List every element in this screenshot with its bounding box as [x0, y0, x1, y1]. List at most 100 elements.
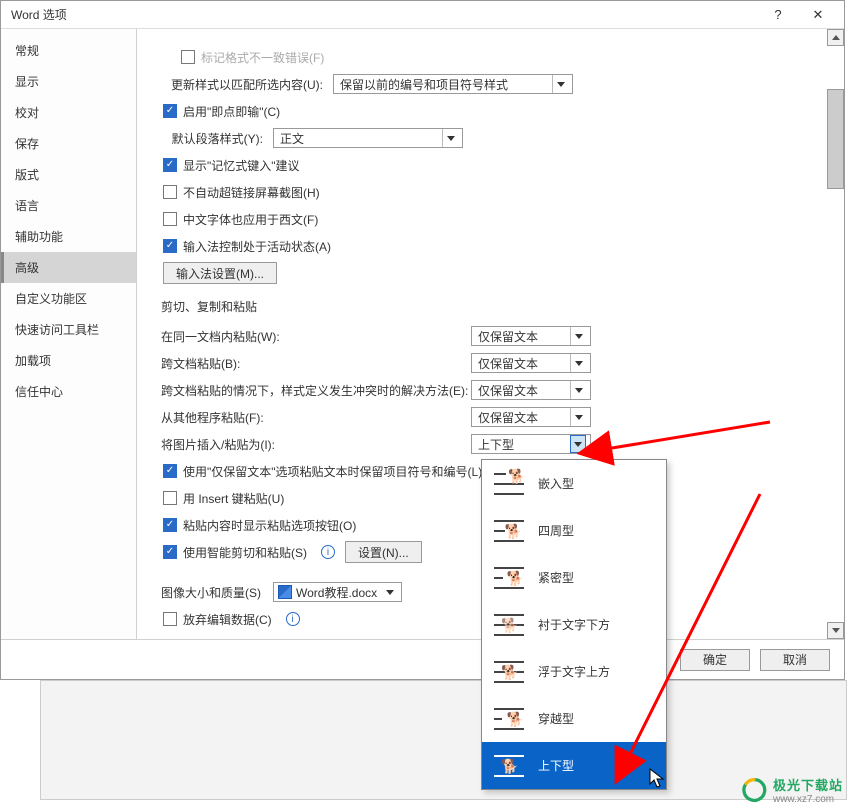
- sidebar-item-11[interactable]: 信任中心: [1, 376, 136, 407]
- sidebar-item-8[interactable]: 自定义功能区: [1, 283, 136, 314]
- ok-button[interactable]: 确定: [680, 649, 750, 671]
- image-target-doc-select[interactable]: Word教程.docx: [273, 582, 402, 602]
- ime-active-checkbox[interactable]: [163, 239, 177, 253]
- no-hyperlink-screenshot-checkbox[interactable]: [163, 185, 177, 199]
- paste-cross-doc-value: 仅保留文本: [478, 355, 538, 372]
- cjk-west-checkbox[interactable]: [163, 212, 177, 226]
- paste-other-prog-select[interactable]: 仅保留文本: [471, 407, 591, 427]
- dropdown-arrow-icon: [570, 354, 586, 372]
- keep-bullets-checkbox[interactable]: [163, 464, 177, 478]
- show-autocomplete-checkbox[interactable]: [163, 158, 177, 172]
- paste-conflict-label: 跨文档粘贴的情况下，样式定义发生冲突时的解决方法(E):: [161, 382, 461, 399]
- wrap-option-label: 衬于文字下方: [538, 616, 610, 633]
- paste-cross-doc-label: 跨文档粘贴(B):: [161, 355, 461, 372]
- keep-bullets-label: 使用"仅保留文本"选项粘贴文本时保留项目符号和编号(L): [183, 463, 482, 480]
- sidebar-item-0[interactable]: 常规: [1, 35, 136, 66]
- dialog-title: Word 选项: [11, 6, 758, 23]
- sidebar-item-4[interactable]: 版式: [1, 159, 136, 190]
- close-button[interactable]: ✕: [798, 7, 838, 23]
- dropdown-arrow-icon: [570, 408, 586, 426]
- show-autocomplete-label: 显示"记忆式键入"建议: [183, 157, 300, 174]
- paste-same-doc-label: 在同一文档内粘贴(W):: [161, 328, 461, 345]
- wrap-style-dropdown: 🐕 嵌入型 🐕四周型 🐕 紧密型 🐕 衬于文字下方 🐕 浮于文字上方 🐕 穿越型 🐕上下型: [481, 459, 667, 790]
- insert-picture-value: 上下型: [478, 436, 514, 453]
- wrap-inline-icon: 🐕: [494, 471, 524, 497]
- sidebar-item-7[interactable]: 高级: [1, 252, 136, 283]
- wrap-option-label: 浮于文字上方: [538, 663, 610, 680]
- dropdown-arrow-icon: [383, 590, 397, 595]
- wrap-option-inline[interactable]: 🐕 嵌入型: [482, 460, 666, 507]
- scroll-up-button[interactable]: [827, 29, 844, 46]
- insert-key-label: 用 Insert 键粘贴(U): [183, 490, 284, 507]
- watermark-logo-icon: [741, 777, 767, 803]
- ime-settings-button[interactable]: 输入法设置(M)...: [163, 262, 277, 284]
- wrap-front-icon: 🐕: [494, 659, 524, 685]
- scrollbar-thumb[interactable]: [827, 89, 844, 189]
- update-style-label: 更新样式以匹配所选内容(U):: [163, 76, 323, 93]
- wrap-option-label: 嵌入型: [538, 475, 574, 492]
- dropdown-arrow-icon: [570, 381, 586, 399]
- insert-picture-label: 将图片插入/粘贴为(I):: [161, 436, 461, 453]
- default-paragraph-value: 正文: [280, 130, 304, 147]
- wrap-option-label: 穿越型: [538, 710, 574, 727]
- wrap-through-icon: 🐕: [494, 706, 524, 732]
- sidebar-item-10[interactable]: 加载项: [1, 345, 136, 376]
- show-paste-options-label: 粘贴内容时显示粘贴选项按钮(O): [183, 517, 356, 534]
- insert-key-checkbox[interactable]: [163, 491, 177, 505]
- update-style-select[interactable]: 保留以前的编号和项目符号样式: [333, 74, 573, 94]
- click-and-type-checkbox[interactable]: [163, 104, 177, 118]
- info-icon[interactable]: i: [321, 545, 335, 559]
- wrap-tight-icon: 🐕: [494, 565, 524, 591]
- default-paragraph-select[interactable]: 正文: [273, 128, 463, 148]
- watermark-url: www.xz7.com: [773, 794, 843, 805]
- paste-section-title: 剪切、复制和粘贴: [161, 298, 836, 315]
- wrap-option-label: 紧密型: [538, 569, 574, 586]
- paste-conflict-value: 仅保留文本: [478, 382, 538, 399]
- dropdown-arrow-icon: [570, 327, 586, 345]
- sidebar: 常规显示校对保存版式语言辅助功能高级自定义功能区快速访问工具栏加载项信任中心: [1, 29, 137, 639]
- wrap-behind-icon: 🐕: [494, 612, 524, 638]
- show-paste-options-checkbox[interactable]: [163, 518, 177, 532]
- image-target-doc-value: Word教程.docx: [296, 584, 377, 601]
- sidebar-item-1[interactable]: 显示: [1, 66, 136, 97]
- paste-other-prog-label: 从其他程序粘贴(F):: [161, 409, 461, 426]
- scroll-down-button[interactable]: [827, 622, 844, 639]
- wrap-option-through[interactable]: 🐕 穿越型: [482, 695, 666, 742]
- wrap-option-tight[interactable]: 🐕 紧密型: [482, 554, 666, 601]
- dropdown-arrow-icon: [570, 435, 586, 453]
- mark-format-inconsistency-checkbox[interactable]: [181, 50, 195, 64]
- default-paragraph-label: 默认段落样式(Y):: [163, 130, 263, 147]
- no-hyperlink-screenshot-label: 不自动超链接屏幕截图(H): [183, 184, 320, 201]
- info-icon[interactable]: i: [286, 612, 300, 626]
- sidebar-item-2[interactable]: 校对: [1, 97, 136, 128]
- smart-cut-paste-checkbox[interactable]: [163, 545, 177, 559]
- discard-edit-label: 放弃编辑数据(C): [183, 611, 272, 628]
- paste-other-prog-value: 仅保留文本: [478, 409, 538, 426]
- help-button[interactable]: ?: [758, 7, 798, 22]
- paste-conflict-select[interactable]: 仅保留文本: [471, 380, 591, 400]
- wrap-option-front[interactable]: 🐕 浮于文字上方: [482, 648, 666, 695]
- dropdown-arrow-icon: [552, 75, 568, 93]
- discard-edit-checkbox[interactable]: [163, 612, 177, 626]
- ime-active-label: 输入法控制处于活动状态(A): [183, 238, 331, 255]
- insert-picture-select[interactable]: 上下型: [471, 434, 591, 454]
- sidebar-item-3[interactable]: 保存: [1, 128, 136, 159]
- background-window: [40, 680, 847, 800]
- dropdown-arrow-icon: [442, 129, 458, 147]
- sidebar-item-9[interactable]: 快速访问工具栏: [1, 314, 136, 345]
- paste-cross-doc-select[interactable]: 仅保留文本: [471, 353, 591, 373]
- watermark: 极光下载站 www.xz7.com: [741, 775, 843, 805]
- sidebar-item-5[interactable]: 语言: [1, 190, 136, 221]
- paste-settings-button[interactable]: 设置(N)...: [345, 541, 422, 563]
- wrap-option-square[interactable]: 🐕四周型: [482, 507, 666, 554]
- wrap-option-behind[interactable]: 🐕 衬于文字下方: [482, 601, 666, 648]
- wrap-option-label: 四周型: [538, 522, 574, 539]
- paste-same-doc-select[interactable]: 仅保留文本: [471, 326, 591, 346]
- cancel-button[interactable]: 取消: [760, 649, 830, 671]
- word-doc-icon: [278, 585, 292, 599]
- update-style-value: 保留以前的编号和项目符号样式: [340, 76, 508, 93]
- sidebar-item-6[interactable]: 辅助功能: [1, 221, 136, 252]
- titlebar: Word 选项 ? ✕: [1, 1, 844, 29]
- watermark-brand: 极光下载站: [773, 775, 843, 794]
- wrap-option-topbot[interactable]: 🐕上下型: [482, 742, 666, 789]
